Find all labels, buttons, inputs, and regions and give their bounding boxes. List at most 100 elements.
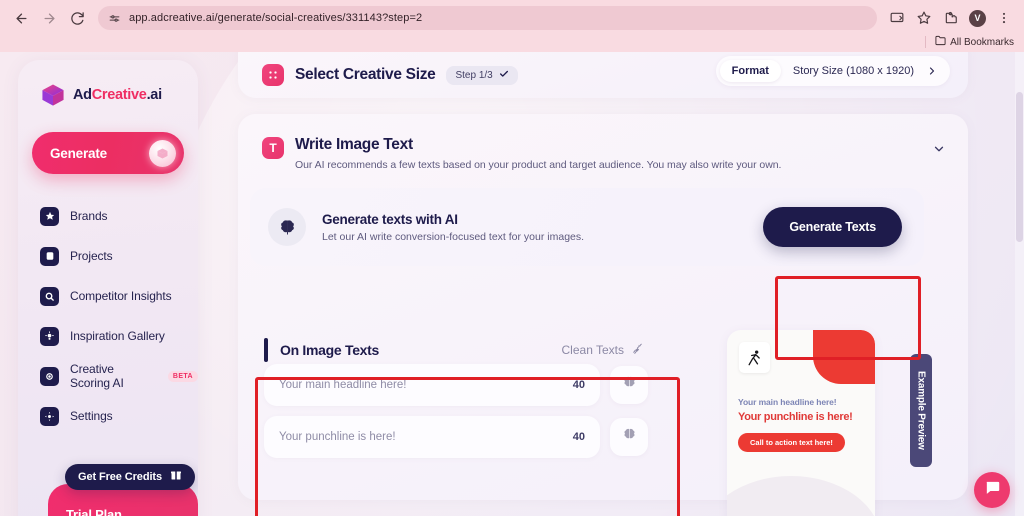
get-free-credits-button[interactable]: Get Free Credits [65,464,195,490]
on-image-texts-title: On Image Texts [280,342,380,358]
trial-plan-label: Trial Plan [66,506,122,516]
punchline-char-count: 40 [572,431,585,443]
generate-texts-button[interactable]: Generate Texts [763,207,902,247]
section-subtitle: Our AI recommends a few texts based on y… [295,159,782,171]
search-badge-icon [40,286,59,306]
brain-icon [622,427,637,447]
text-tool-icon: T [262,137,284,159]
generate-button[interactable]: Generate [32,132,184,174]
section-accent-bar [264,338,268,362]
headline-input[interactable]: Your main headline here! 40 [264,364,600,406]
sidebar-item-label: Projects [70,249,113,263]
page-title: Select Creative Size [295,66,436,83]
toolbar-right-group: V [885,6,1016,30]
get-free-credits-label: Get Free Credits [78,471,162,483]
address-bar[interactable]: app.adcreative.ai/generate/social-creati… [98,6,877,30]
on-image-text-row: Your punchline is here! 40 [264,416,648,458]
site-settings-icon[interactable] [108,12,121,25]
chevron-down-icon[interactable] [932,136,946,156]
browser-toolbar: app.adcreative.ai/generate/social-creati… [0,0,1024,32]
logo-part-ad: Ad [73,87,92,103]
ai-card-subtitle: Let our AI write conversion-focused text… [322,230,585,243]
brain-icon [622,375,637,395]
page-scrollbar-thumb[interactable] [1016,92,1023,242]
format-value: Story Size (1080 x 1920) [792,65,914,77]
ai-card-title: Generate texts with AI [322,211,458,227]
section-title: Write Image Text [295,136,413,153]
gift-icon [170,468,182,486]
preview-punchline: Your punchline is here! [738,411,853,423]
back-button[interactable] [8,5,34,31]
bookmarks-divider [925,36,927,48]
generate-orb-icon [149,139,176,167]
sidebar-item-inspiration-gallery[interactable]: Inspiration Gallery [40,316,198,356]
sidebar-item-brands[interactable]: Brands [40,196,198,236]
headline-input-value: Your main headline here! [279,379,407,391]
logo-text: AdCreative.ai [73,87,162,103]
chat-icon [984,479,1001,501]
preview-headline: Your main headline here! [738,397,837,407]
check-icon [499,69,509,82]
punchline-input-value: Your punchline is here! [279,431,396,443]
app-logo[interactable]: AdCreative.ai [18,82,198,108]
sidebar-item-label: Inspiration Gallery [70,329,165,343]
step-badge: Step 1/3 [446,65,518,85]
sidebar-item-label: Creative Scoring AI [70,362,124,390]
main-content: Select Creative Size Step 1/3 Format Sto… [222,52,1002,516]
preview-cta-button: Call to action text here! [738,433,845,452]
three-dot-menu-icon[interactable] [992,6,1016,30]
generate-texts-with-ai-card: Generate texts with AI Let our AI write … [250,188,924,266]
creative-preview-card: Your main headline here! Your punchline … [727,330,875,516]
gear-badge-icon [40,406,59,426]
forward-button[interactable] [36,5,62,31]
star-badge-icon [40,206,59,226]
star-icon[interactable] [912,6,936,30]
folder-icon [935,35,946,49]
sidebar: AdCreative.ai Generate Brands Projects C… [18,60,198,516]
format-selector[interactable]: Format Story Size (1080 x 1920) [715,56,950,86]
example-preview-tab[interactable]: Example Preview [910,354,932,467]
example-preview-tab-label: Example Preview [915,371,927,450]
preview-brand-logo [739,342,770,373]
punchline-ai-suggest-button[interactable] [610,418,648,456]
sidebar-item-label: Settings [70,409,113,423]
broom-icon [631,342,644,358]
support-chat-button[interactable] [974,472,1010,508]
clean-texts-label: Clean Texts [561,343,624,357]
clean-texts-button[interactable]: Clean Texts [562,342,644,358]
target-badge-icon [40,366,59,386]
puzzle-icon[interactable] [939,6,963,30]
sidebar-nav: Brands Projects Competitor Insights Insp… [18,196,198,436]
bookmarks-bar: All Bookmarks [0,32,1024,52]
on-image-texts-header: On Image Texts Clean Texts [250,322,662,364]
headline-char-count: 40 [572,379,585,391]
generate-button-label: Generate [50,145,107,161]
punchline-input[interactable]: Your punchline is here! 40 [264,416,600,458]
ai-card-text-group: Generate texts with AI Let our AI write … [322,212,763,243]
cast-icon[interactable] [885,6,909,30]
write-image-text-heading-group: Write Image Text Our AI recommends a few… [295,136,921,171]
sidebar-item-creative-scoring-ai[interactable]: Creative Scoring AI BETA [40,356,198,396]
all-bookmarks-label: All Bookmarks [950,36,1014,48]
browser-chrome: app.adcreative.ai/generate/social-creati… [0,0,1024,52]
sidebar-item-label: Brands [70,209,108,223]
headline-ai-suggest-button[interactable] [610,366,648,404]
url-text: app.adcreative.ai/generate/social-creati… [129,12,423,24]
format-label[interactable]: Format [719,60,781,82]
beta-badge: BETA [167,370,198,382]
grid-squares-icon [262,64,284,86]
example-preview-panel: Your main headline here! Your punchline … [727,330,932,516]
bulb-badge-icon [40,326,59,346]
ai-brain-circle-icon [268,208,306,246]
chevron-right-icon[interactable] [926,65,946,77]
select-creative-size-card: Select Creative Size Step 1/3 Format Sto… [238,52,968,98]
sidebar-item-label: Competitor Insights [70,289,172,303]
sidebar-item-settings[interactable]: Settings [40,396,198,436]
profile-avatar[interactable]: V [969,9,986,27]
sidebar-item-projects[interactable]: Projects [40,236,198,276]
sidebar-item-competitor-insights[interactable]: Competitor Insights [40,276,198,316]
creative-size-header: Select Creative Size Step 1/3 [262,64,716,86]
all-bookmarks-button[interactable]: All Bookmarks [935,35,1014,49]
reload-button[interactable] [64,5,90,31]
app-page: AdCreative.ai Generate Brands Projects C… [0,52,1024,516]
